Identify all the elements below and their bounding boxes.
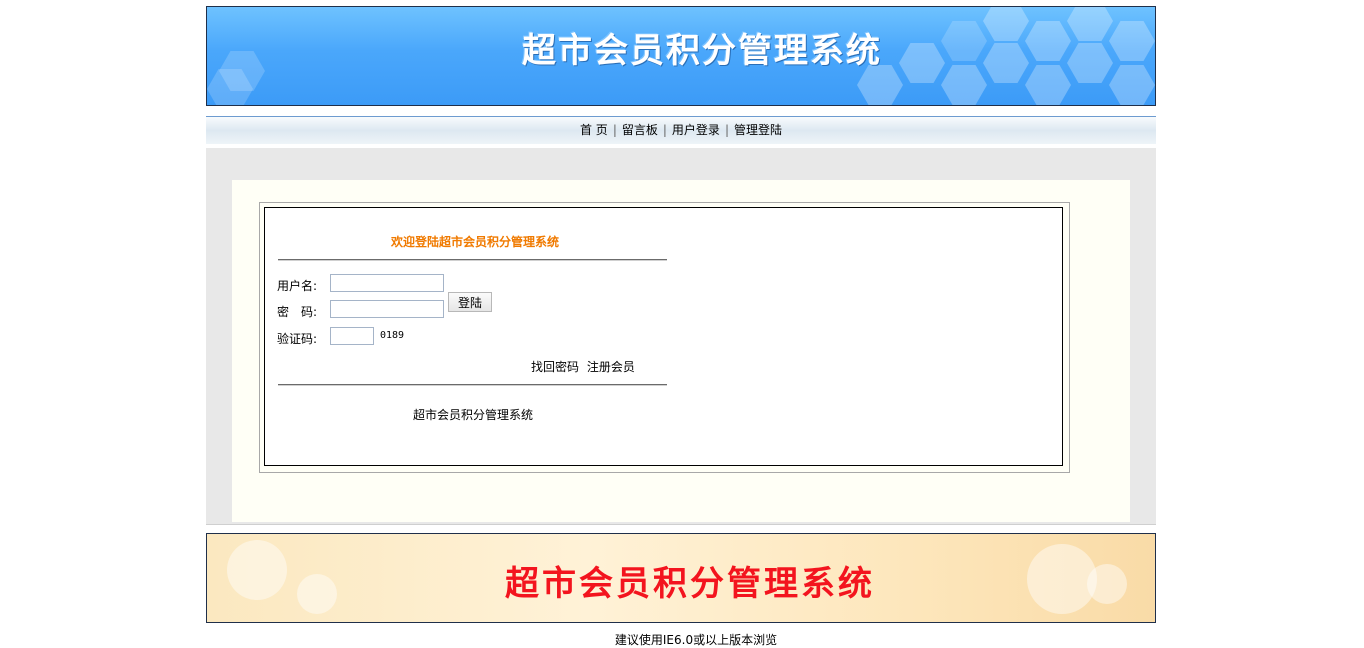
username-input[interactable]	[330, 274, 444, 292]
nav-item-user-login[interactable]: 用户登录	[672, 123, 720, 137]
captcha-input[interactable]	[330, 327, 374, 345]
page-wrapper: 超市会员积分管理系统 首 页 | 留言板 | 用户登录 | 管理登陆 欢迎登陆超市会员积分管…	[206, 6, 1156, 647]
login-footer-text: 超市会员积分管理系统	[413, 408, 534, 422]
login-panel-frame: 欢迎登陆超市会员积分管理系统 用户名: 密 码: 登陆 验证码: 0189 找回…	[259, 202, 1070, 473]
browser-notice: 建议使用IE6.0或以上版本浏览	[614, 633, 778, 647]
password-input[interactable]	[330, 300, 444, 318]
login-panel: 欢迎登陆超市会员积分管理系统 用户名: 密 码: 登陆 验证码: 0189 找回…	[264, 207, 1063, 466]
content-area: 欢迎登陆超市会员积分管理系统 用户名: 密 码: 登陆 验证码: 0189 找回…	[232, 180, 1130, 522]
footer-banner: 超市会员积分管理系统	[206, 533, 1156, 623]
password-label: 密 码:	[277, 305, 318, 319]
divider	[206, 524, 1156, 525]
divider	[278, 384, 667, 386]
header-title: 超市会员积分管理系统	[522, 31, 882, 71]
main-area: 欢迎登陆超市会员积分管理系统 用户名: 密 码: 登陆 验证码: 0189 找回…	[206, 148, 1156, 524]
footer-banner-title: 超市会员积分管理系统	[505, 564, 875, 604]
divider	[278, 259, 667, 261]
username-label: 用户名:	[277, 279, 318, 293]
nav-separator: |	[612, 123, 617, 137]
header-banner: 超市会员积分管理系统	[206, 6, 1156, 106]
register-link[interactable]: 注册会员	[587, 360, 635, 374]
nav-item-guestbook[interactable]: 留言板	[622, 123, 658, 137]
captcha-label: 验证码:	[277, 332, 318, 346]
login-title: 欢迎登陆超市会员积分管理系统	[390, 235, 559, 249]
nav-item-admin-login[interactable]: 管理登陆	[734, 123, 782, 137]
forgot-password-link[interactable]: 找回密码	[531, 360, 579, 374]
nav-separator: |	[724, 123, 729, 137]
nav-separator: |	[662, 123, 667, 137]
login-links: 找回密码 注册会员	[531, 358, 639, 375]
nav-item-home[interactable]: 首 页	[580, 123, 608, 137]
main-nav: 首 页 | 留言板 | 用户登录 | 管理登陆	[206, 116, 1156, 144]
captcha-code: 0189	[380, 330, 405, 341]
login-button[interactable]: 登陆	[448, 292, 492, 312]
